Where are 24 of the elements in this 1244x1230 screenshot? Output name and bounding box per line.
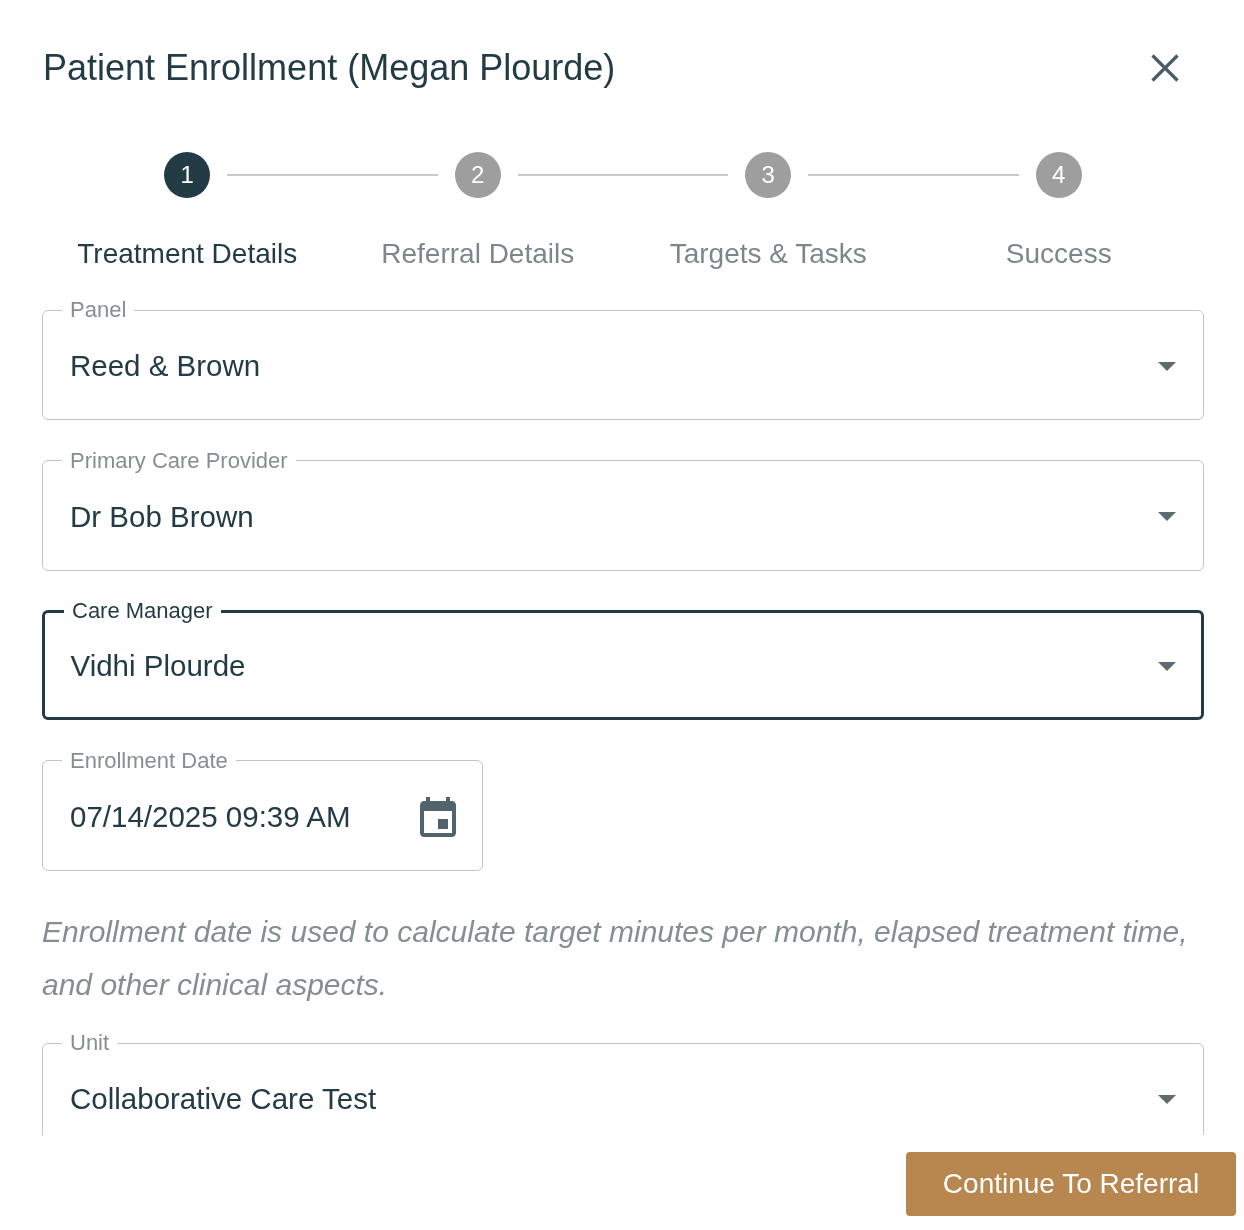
field-value: Collaborative Care Test <box>70 1082 377 1116</box>
field-label: Panel <box>69 298 128 322</box>
field-value: 07/14/2025 09:39 AM <box>70 799 351 834</box>
dialog-title: Patient Enrollment (Megan Plourde) <box>43 46 616 90</box>
field-value: Reed & Brown <box>70 349 261 383</box>
dropdown-caret-icon[interactable] <box>1158 512 1176 521</box>
step-number[interactable]: 1 <box>164 152 211 198</box>
field-value: Dr Bob Brown <box>70 499 254 534</box>
dropdown-caret-icon[interactable] <box>1157 661 1176 671</box>
field-label: Unit <box>69 1031 111 1055</box>
dropdown-caret-icon[interactable] <box>1158 1094 1176 1104</box>
field-value: Vidhi Plourde <box>70 649 246 683</box>
field-label: Care Manager <box>71 599 214 623</box>
step-label[interactable]: Treatment Details <box>77 238 298 270</box>
close-icon[interactable] <box>1150 53 1180 83</box>
step-label[interactable]: Referral Details <box>381 238 575 270</box>
step-label[interactable]: Success <box>1005 238 1112 270</box>
dropdown-caret-icon[interactable] <box>1158 361 1176 371</box>
helper-text: Enrollment date is used to calculate target minutes per month, elapsed treatment time, and other clinical aspects. <box>42 914 1189 1003</box>
calendar-icon[interactable] <box>420 796 456 837</box>
step-label[interactable]: Targets & Tasks <box>669 238 867 270</box>
field-label: Enrollment Date <box>69 748 229 773</box>
field-label: Primary Care Provider <box>69 448 289 473</box>
select-field[interactable]: Panel Reed & Brown <box>42 298 1204 420</box>
